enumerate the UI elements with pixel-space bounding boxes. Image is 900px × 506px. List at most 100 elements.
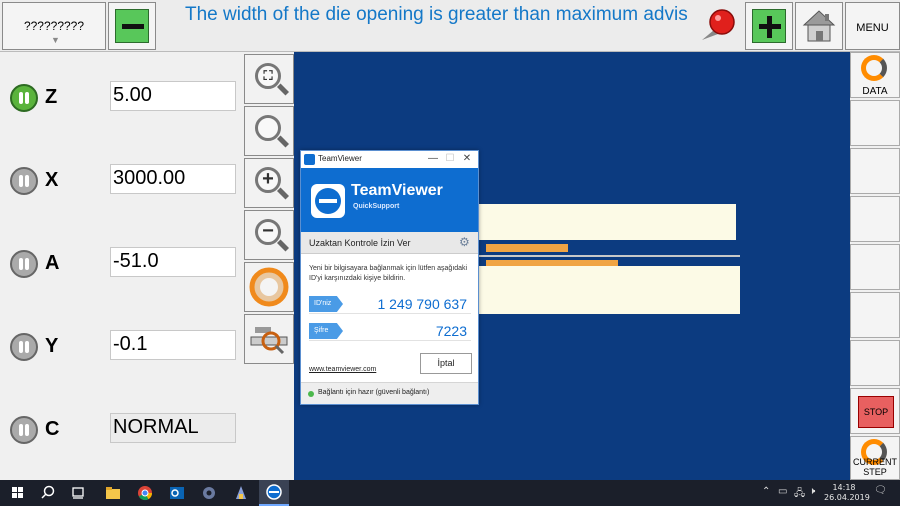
house-icon bbox=[802, 10, 836, 42]
home-button[interactable] bbox=[795, 2, 843, 50]
zoom-fit-button[interactable]: ⛶ bbox=[244, 54, 294, 104]
workpiece-lower bbox=[478, 266, 740, 314]
axis-label: X bbox=[45, 169, 59, 191]
chevron-down-icon: ▼ bbox=[51, 35, 60, 45]
network-icon[interactable]: 🖧 bbox=[794, 486, 805, 503]
program-selector-label: ????????? bbox=[23, 19, 85, 33]
clock-time: 14:18 bbox=[832, 483, 856, 492]
current-step-button[interactable]: CURRENT STEP bbox=[850, 436, 900, 480]
rotate-view-button[interactable] bbox=[244, 262, 294, 312]
empty-button-5[interactable] bbox=[850, 292, 900, 338]
warning-message: The width of the die opening is greater … bbox=[185, 4, 688, 25]
axis-value-field[interactable]: 5.00 bbox=[110, 81, 236, 111]
top-toolbar: ????????? ▼ The width of the die opening… bbox=[0, 0, 900, 52]
id-label: ID'niz bbox=[309, 296, 343, 312]
chrome-icon[interactable] bbox=[135, 483, 155, 503]
clock-date: 26.04.2019 bbox=[824, 493, 870, 502]
status-ready-icon bbox=[308, 391, 314, 397]
zoom-button[interactable] bbox=[244, 106, 294, 156]
empty-button-6[interactable] bbox=[850, 340, 900, 386]
axis-row-x: X 3000.00 bbox=[0, 161, 242, 201]
right-toolbar: DATA STOP CURRENT STEP bbox=[850, 52, 900, 480]
cancel-button[interactable]: İptal bbox=[420, 353, 472, 374]
zoom-in-button[interactable]: + bbox=[244, 158, 294, 208]
teamviewer-link[interactable]: www.teamviewer.com bbox=[309, 366, 376, 373]
data-icon bbox=[861, 55, 887, 81]
task-view-icon[interactable] bbox=[68, 483, 88, 503]
stop-button[interactable]: STOP bbox=[850, 388, 900, 434]
tray-icon[interactable]: ▭ bbox=[778, 486, 787, 497]
axis-row-a: A -51.0 bbox=[0, 244, 242, 284]
brand-name: TeamViewer bbox=[351, 182, 443, 199]
axis-value-field[interactable]: -0.1 bbox=[110, 330, 236, 360]
teamviewer-app-icon bbox=[304, 154, 315, 165]
id-value[interactable]: 1 249 790 637 bbox=[377, 296, 467, 312]
rotate-icon bbox=[249, 267, 289, 307]
data-button[interactable]: DATA bbox=[850, 52, 900, 98]
taskbar-teamviewer-active[interactable] bbox=[259, 480, 289, 506]
empty-button-1[interactable] bbox=[850, 100, 900, 146]
stop-label: STOP bbox=[858, 396, 894, 428]
axis-label: Z bbox=[45, 86, 58, 108]
axis-label: Y bbox=[45, 335, 59, 357]
password-value[interactable]: 7223 bbox=[436, 323, 467, 339]
empty-button-2[interactable] bbox=[850, 148, 900, 194]
section-heading: Uzaktan Kontrole İzin Ver bbox=[309, 238, 411, 248]
die-strip bbox=[486, 244, 568, 252]
teamviewer-titlebar[interactable]: TeamViewer — ☐ ✕ bbox=[301, 151, 478, 168]
axis-toggle-icon[interactable] bbox=[10, 333, 38, 361]
increase-button[interactable] bbox=[745, 2, 793, 50]
windows-start-icon[interactable] bbox=[8, 483, 28, 503]
menu-button[interactable]: MENU bbox=[845, 2, 900, 50]
teamviewer-taskbar-icon bbox=[266, 484, 282, 500]
axis-toggle-icon[interactable] bbox=[10, 416, 38, 444]
axis-row-c: C NORMAL bbox=[0, 410, 242, 450]
settings-app-icon[interactable] bbox=[199, 483, 219, 503]
axis-panel: Z 5.00 X 3000.00 A -51.0 Y -0.1 C NORMAL bbox=[0, 52, 242, 480]
decrease-button[interactable] bbox=[108, 2, 156, 50]
taskbar-clock[interactable]: 14:18 26.04.2019 bbox=[824, 483, 870, 503]
pushpin-icon[interactable] bbox=[694, 4, 742, 48]
section-header: Uzaktan Kontrole İzin Ver ⚙ bbox=[301, 232, 478, 254]
outlook-icon[interactable] bbox=[167, 483, 187, 503]
teamviewer-window: TeamViewer — ☐ ✕ TeamViewer QuickSupport… bbox=[300, 150, 479, 405]
axis-toggle-icon[interactable] bbox=[10, 167, 38, 195]
plus-icon bbox=[752, 9, 786, 43]
maximize-icon: ☐ bbox=[445, 153, 455, 164]
search-icon[interactable] bbox=[38, 483, 58, 503]
status-text: Bağlantı için hazır (güvenli bağlantı) bbox=[318, 389, 430, 396]
notifications-icon[interactable]: 🗨 bbox=[874, 485, 887, 496]
die-line bbox=[478, 255, 740, 257]
axis-toggle-icon[interactable] bbox=[10, 84, 38, 112]
axis-toggle-icon[interactable] bbox=[10, 250, 38, 278]
tray-chevron-up-icon[interactable]: ⌃ bbox=[762, 486, 770, 497]
empty-button-4[interactable] bbox=[850, 244, 900, 290]
zoom-area-icon bbox=[250, 327, 288, 355]
window-title: TeamViewer bbox=[318, 154, 362, 163]
press-brake-app: ????????? ▼ The width of the die opening… bbox=[0, 0, 900, 506]
axis-value-field[interactable]: -51.0 bbox=[110, 247, 236, 277]
axis-row-y: Y -0.1 bbox=[0, 327, 242, 367]
file-explorer-icon[interactable] bbox=[103, 483, 123, 503]
close-icon[interactable]: ✕ bbox=[460, 152, 474, 166]
zoom-area-button[interactable] bbox=[244, 314, 294, 364]
empty-button-3[interactable] bbox=[850, 196, 900, 242]
minimize-icon[interactable]: — bbox=[426, 152, 440, 166]
axis-value-field[interactable]: 3000.00 bbox=[110, 164, 236, 194]
instructions-text: Yeni bir bilgisayara bağlanmak için lütf… bbox=[309, 265, 468, 282]
paint-app-icon[interactable] bbox=[231, 483, 251, 503]
product-name: QuickSupport bbox=[353, 203, 400, 210]
axis-label: C bbox=[45, 418, 60, 440]
axis-value-field: NORMAL bbox=[110, 413, 236, 443]
view-tools: ⛶ + − bbox=[242, 52, 294, 364]
password-label: Şifre bbox=[309, 323, 343, 339]
volume-muted-icon[interactable]: 🕨 bbox=[809, 486, 815, 497]
zoom-out-button[interactable]: − bbox=[244, 210, 294, 260]
data-label: DATA bbox=[862, 86, 888, 97]
teamviewer-logo-icon bbox=[311, 184, 345, 218]
program-selector-button[interactable]: ????????? ▼ bbox=[2, 2, 106, 50]
current-step-label: CURRENT STEP bbox=[853, 457, 897, 477]
id-row: ID'niz 1 249 790 637 bbox=[309, 294, 471, 314]
password-row: Şifre 7223 bbox=[309, 321, 471, 341]
gear-icon[interactable]: ⚙ bbox=[459, 235, 470, 249]
